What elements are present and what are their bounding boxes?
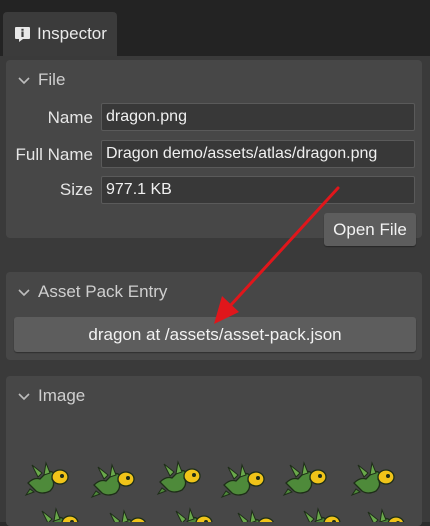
- asset-pack-section: Asset Pack Entry dragon at /assets/asset…: [6, 272, 422, 360]
- fullname-label: Full Name: [15, 145, 93, 164]
- tab-label: Inspector: [37, 24, 107, 43]
- tab-inspector[interactable]: Inspector: [3, 12, 117, 56]
- file-section: File Name dragon.png Full Name Dragon de…: [6, 60, 422, 246]
- name-field[interactable]: dragon.png: [101, 103, 415, 131]
- open-file-button[interactable]: Open File: [324, 213, 416, 246]
- fullname-field[interactable]: Dragon demo/assets/atlas/dragon.png: [101, 140, 415, 168]
- info-icon: [14, 26, 31, 43]
- name-label: Name: [47, 108, 93, 127]
- chevron-down-icon: [18, 393, 30, 401]
- tab-bar: Inspector: [0, 0, 430, 56]
- size-label: Size: [59, 180, 93, 199]
- asset-pack-section-title: Asset Pack Entry: [38, 282, 168, 301]
- sprite-row-2: [35, 508, 405, 522]
- image-preview: [25, 461, 405, 522]
- file-section-header[interactable]: File: [6, 60, 422, 100]
- image-section-title: Image: [38, 386, 86, 405]
- size-field[interactable]: 977.1 KB: [101, 176, 415, 204]
- file-section-title: File: [38, 70, 66, 89]
- asset-pack-section-header[interactable]: Asset Pack Entry: [6, 272, 422, 312]
- asset-pack-entry-button[interactable]: dragon at /assets/asset-pack.json: [14, 317, 416, 352]
- chevron-down-icon: [18, 77, 30, 85]
- sprite-row-1: [25, 461, 395, 498]
- chevron-down-icon: [18, 289, 30, 297]
